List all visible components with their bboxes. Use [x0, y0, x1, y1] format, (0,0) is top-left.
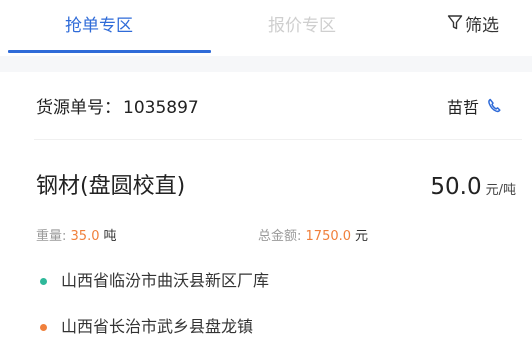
waybill-label: 货源单号： [36, 98, 121, 118]
contact-call-button[interactable]: 苗哲 [447, 96, 501, 120]
unit-price: 50.0 元/吨 [430, 172, 516, 206]
weight-label: 重量: [36, 229, 67, 244]
weight-unit: 吨 [103, 229, 117, 244]
amount-label: 总金额: [258, 229, 302, 244]
filter-label: 筛选 [465, 16, 499, 36]
tab-bar: 抢单专区 报价专区 筛选 [0, 0, 532, 54]
contact-name: 苗哲 [447, 98, 480, 117]
waybill-number: 货源单号： 1035897 [36, 96, 199, 120]
tab-grab-orders[interactable]: 抢单专区 [65, 14, 133, 38]
weight-info: 重量: 35.0 吨 [36, 228, 117, 246]
section-gap [0, 56, 532, 72]
filter-icon [447, 14, 465, 38]
divider [34, 139, 522, 140]
filter-button[interactable]: 筛选 [447, 14, 499, 38]
origin-dot-icon [40, 277, 47, 285]
amount-value: 1750.0 [305, 229, 352, 244]
price-value: 50.0 [430, 174, 482, 200]
destination-address: 山西省长治市武乡县盘龙镇 [40, 316, 253, 338]
weight-value: 35.0 [70, 229, 100, 244]
destination-dot-icon [40, 323, 47, 331]
amount-info: 总金额: 1750.0 元 [258, 228, 368, 246]
amount-unit: 元 [355, 229, 369, 244]
waybill-value: 1035897 [123, 98, 199, 118]
active-tab-indicator [8, 50, 211, 53]
price-unit: 元/吨 [485, 183, 516, 198]
origin-text: 山西省临汾市曲沃县新区厂库 [61, 271, 270, 290]
phone-icon [479, 96, 501, 120]
destination-text: 山西省长治市武乡县盘龙镇 [61, 317, 254, 336]
origin-address: 山西省临汾市曲沃县新区厂库 [40, 270, 269, 292]
tab-quote[interactable]: 报价专区 [268, 14, 336, 38]
goods-name: 钢材(盘圆校直) [36, 174, 186, 199]
